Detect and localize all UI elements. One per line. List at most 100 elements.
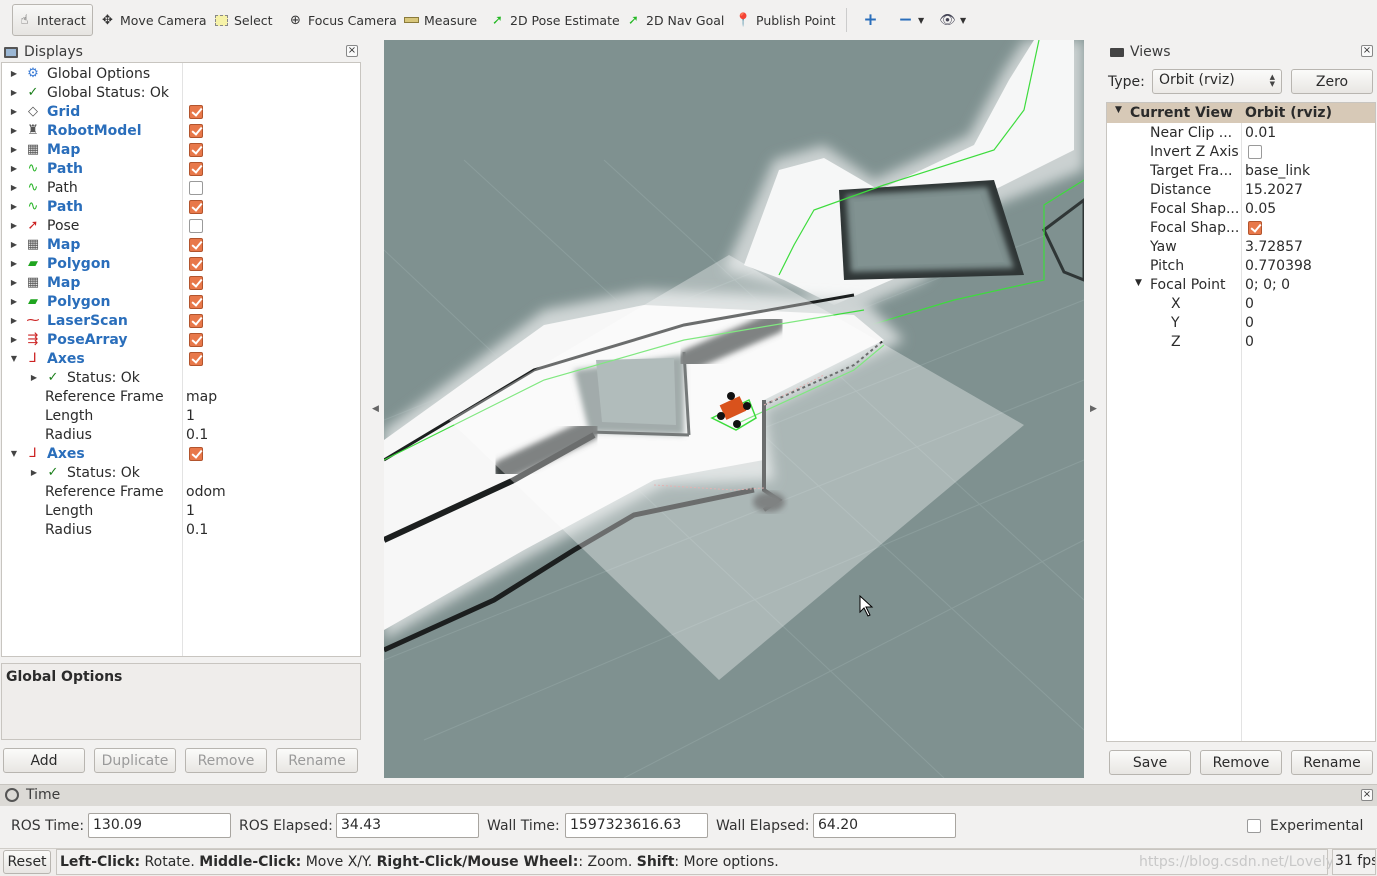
display-enabled-checkbox[interactable] xyxy=(189,199,203,214)
display-row-axes[interactable]: ▼ ⅃ Axes xyxy=(2,349,360,368)
rename-display-button[interactable]: Rename xyxy=(276,748,358,773)
expand-arrow-icon[interactable]: ▶ xyxy=(10,183,18,192)
display-enabled-checkbox[interactable] xyxy=(189,351,203,366)
display-row-value[interactable]: 1 xyxy=(186,503,195,519)
pose-estimate-tool-button[interactable]: ➚ 2D Pose Estimate xyxy=(486,4,624,36)
nav-goal-tool-button[interactable]: ➚ 2D Nav Goal xyxy=(622,4,728,36)
view-prop-checkbox[interactable] xyxy=(1248,145,1262,159)
expand-arrow-icon[interactable]: ▶ xyxy=(10,240,18,249)
wall-elapsed-field[interactable]: 64.20 xyxy=(813,813,956,838)
display-row-laserscan[interactable]: ▶ ⁓ LaserScan xyxy=(2,311,360,330)
view-prop-value[interactable]: 0.01 xyxy=(1245,125,1276,141)
display-row-path[interactable]: ▶ ∿ Path xyxy=(2,178,360,197)
view-prop-invert-z-axis[interactable]: Invert Z Axis xyxy=(1107,143,1375,162)
expand-arrow-icon[interactable]: ▶ xyxy=(10,259,18,268)
display-enabled-checkbox[interactable] xyxy=(189,142,203,157)
display-row-value[interactable]: 1 xyxy=(186,408,195,424)
remove-view-button[interactable]: Remove xyxy=(1200,750,1282,775)
right-splitter-handle[interactable]: ▶ xyxy=(1090,404,1097,414)
wall-time-field[interactable]: 1597323616.63 xyxy=(565,813,708,838)
view-prop-value[interactable]: base_link xyxy=(1245,163,1310,179)
display-row-length[interactable]: Length 1 xyxy=(2,501,360,520)
display-enabled-checkbox[interactable] xyxy=(189,218,203,233)
collapse-arrow-icon[interactable]: ▼ xyxy=(1135,278,1142,288)
display-enabled-checkbox[interactable] xyxy=(189,446,203,461)
rename-view-button[interactable]: Rename xyxy=(1291,750,1373,775)
left-splitter-handle[interactable]: ◀ xyxy=(372,404,379,414)
view-prop-focal-point[interactable]: ▼ Focal Point 0; 0; 0 xyxy=(1107,276,1375,295)
collapse-arrow-icon[interactable]: ▼ xyxy=(10,449,18,458)
zero-button[interactable]: Zero xyxy=(1291,69,1373,94)
expand-arrow-icon[interactable]: ▶ xyxy=(30,468,38,477)
ros-elapsed-field[interactable]: 34.43 xyxy=(336,813,479,838)
display-row-length[interactable]: Length 1 xyxy=(2,406,360,425)
display-row-value[interactable]: 0.1 xyxy=(186,522,208,538)
expand-arrow-icon[interactable]: ▶ xyxy=(10,126,18,135)
view-prop-value[interactable]: 0 xyxy=(1245,296,1254,312)
display-row-status-ok[interactable]: ▶ ✓ Status: Ok xyxy=(2,368,360,387)
view-prop-value[interactable]: 0 xyxy=(1245,334,1254,350)
view-prop-yaw[interactable]: Yaw 3.72857 xyxy=(1107,238,1375,257)
view-prop-value[interactable]: 0; 0; 0 xyxy=(1245,277,1290,293)
view-prop-focal-shap-[interactable]: Focal Shap... 0.05 xyxy=(1107,200,1375,219)
remove-display-button[interactable]: Remove xyxy=(185,748,267,773)
duplicate-display-button[interactable]: Duplicate xyxy=(94,748,176,773)
focus-camera-tool-button[interactable]: ⊕ Focus Camera xyxy=(284,4,401,36)
expand-arrow-icon[interactable]: ▶ xyxy=(10,69,18,78)
expand-arrow-icon[interactable]: ▶ xyxy=(10,107,18,116)
display-row-value[interactable]: map xyxy=(186,389,217,405)
time-close-button[interactable]: × xyxy=(1361,789,1373,801)
view-prop-value[interactable]: 3.72857 xyxy=(1245,239,1303,255)
display-enabled-checkbox[interactable] xyxy=(189,332,203,347)
display-row-reference-frame[interactable]: Reference Frame map xyxy=(2,387,360,406)
display-enabled-checkbox[interactable] xyxy=(189,313,203,328)
add-display-button[interactable]: Add xyxy=(3,748,85,773)
view-prop-focal-shap-[interactable]: Focal Shap... xyxy=(1107,219,1375,238)
display-enabled-checkbox[interactable] xyxy=(189,123,203,138)
display-row-polygon[interactable]: ▶ ▰ Polygon xyxy=(2,254,360,273)
expand-arrow-icon[interactable]: ▶ xyxy=(10,278,18,287)
display-enabled-checkbox[interactable] xyxy=(189,104,203,119)
current-view-header[interactable]: ▼ Current View Orbit (rviz) xyxy=(1107,103,1375,123)
move-camera-tool-button[interactable]: ✥ Move Camera xyxy=(96,4,211,36)
measure-tool-button[interactable]: Measure xyxy=(400,4,481,36)
ros-time-field[interactable]: 130.09 xyxy=(88,813,231,838)
save-view-button[interactable]: Save xyxy=(1109,750,1191,775)
experimental-checkbox[interactable] xyxy=(1247,819,1261,833)
display-row-path[interactable]: ▶ ∿ Path xyxy=(2,159,360,178)
expand-arrow-icon[interactable]: ▶ xyxy=(10,335,18,344)
display-row-polygon[interactable]: ▶ ▰ Polygon xyxy=(2,292,360,311)
expand-arrow-icon[interactable]: ▶ xyxy=(10,88,18,97)
select-tool-button[interactable]: Select xyxy=(210,4,277,36)
remove-tool-button[interactable]: − ▼ xyxy=(894,4,928,36)
display-row-radius[interactable]: Radius 0.1 xyxy=(2,425,360,444)
3d-render-view[interactable] xyxy=(384,40,1084,778)
display-row-radius[interactable]: Radius 0.1 xyxy=(2,520,360,539)
display-row-map[interactable]: ▶ ▦ Map xyxy=(2,235,360,254)
add-tool-button[interactable]: + xyxy=(859,4,882,36)
view-prop-x[interactable]: X0 xyxy=(1107,295,1375,314)
display-enabled-checkbox[interactable] xyxy=(189,294,203,309)
displays-close-button[interactable]: × xyxy=(346,45,358,57)
view-tool-button[interactable]: 👁 ▼ xyxy=(936,4,970,36)
display-row-status-ok[interactable]: ▶ ✓ Status: Ok xyxy=(2,463,360,482)
view-prop-target-fra-[interactable]: Target Fra... base_link xyxy=(1107,162,1375,181)
publish-point-tool-button[interactable]: 📍 Publish Point xyxy=(732,4,840,36)
expand-arrow-icon[interactable]: ▶ xyxy=(10,164,18,173)
expand-arrow-icon[interactable]: ▶ xyxy=(10,297,18,306)
expand-arrow-icon[interactable]: ▶ xyxy=(10,202,18,211)
display-row-posearray[interactable]: ▶ ⇶ PoseArray xyxy=(2,330,360,349)
view-prop-checkbox[interactable] xyxy=(1248,221,1262,235)
view-type-select[interactable]: Orbit (rviz) ▲ ▼ xyxy=(1152,69,1282,94)
display-enabled-checkbox[interactable] xyxy=(189,275,203,290)
view-prop-y[interactable]: Y0 xyxy=(1107,314,1375,333)
display-enabled-checkbox[interactable] xyxy=(189,180,203,195)
expand-arrow-icon[interactable]: ▶ xyxy=(10,145,18,154)
display-row-map[interactable]: ▶ ▦ Map xyxy=(2,273,360,292)
display-row-global-status-ok[interactable]: ▶ ✓ Global Status: Ok xyxy=(2,83,360,102)
view-prop-value[interactable]: 0 xyxy=(1245,315,1254,331)
views-close-button[interactable]: × xyxy=(1361,45,1373,57)
expand-arrow-icon[interactable]: ▶ xyxy=(10,316,18,325)
display-enabled-checkbox[interactable] xyxy=(189,161,203,176)
reset-button[interactable]: Reset xyxy=(3,850,51,874)
